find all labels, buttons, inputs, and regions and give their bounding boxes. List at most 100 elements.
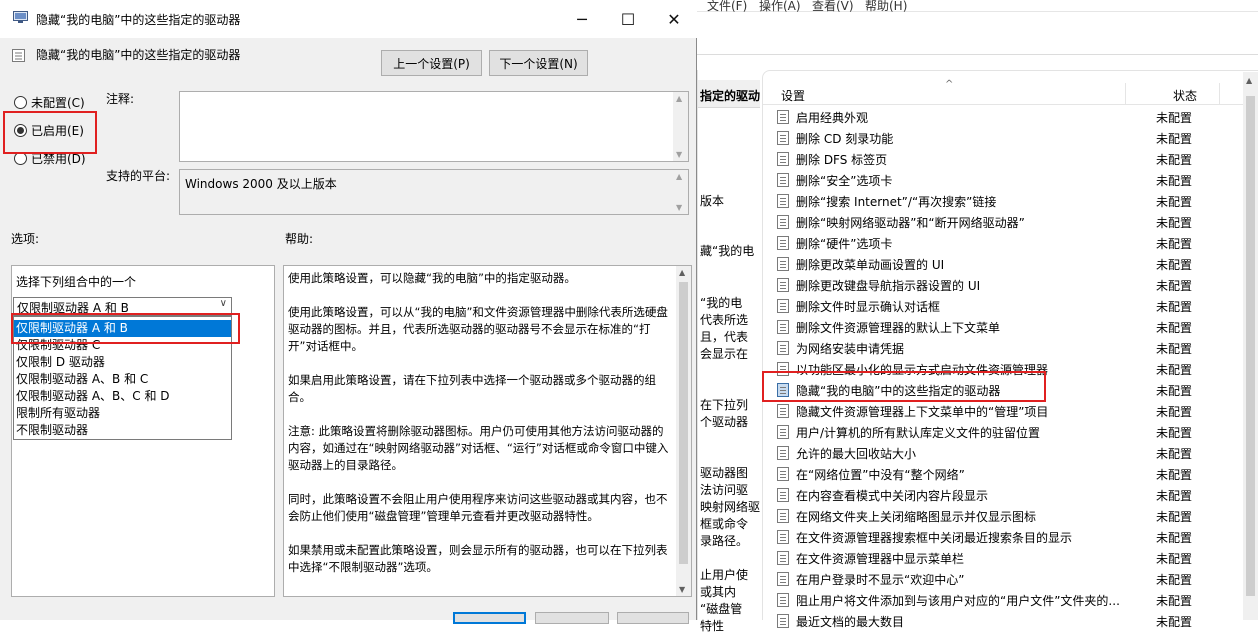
platform-scrollbar[interactable]: ▲ ▼	[673, 170, 688, 214]
settings-row[interactable]: 隐藏文件资源管理器上下文菜单中的“管理”项目 未配置	[777, 400, 1258, 421]
sort-caret-icon: ^	[945, 79, 954, 90]
settings-row[interactable]: 删除文件时显示确认对话框 未配置	[777, 295, 1258, 316]
radio-button-icon[interactable]	[14, 95, 27, 109]
setting-name: 删除 DFS 标签页	[796, 153, 888, 167]
platform-label: 支持的平台:	[106, 169, 171, 183]
settings-row[interactable]: 在文件资源管理器搜索框中关闭最近搜索条目的显示 未配置	[777, 526, 1258, 547]
help-paragraph: 使用此策略设置，可以隐藏“我的电脑”中的指定驱动器。	[288, 271, 576, 285]
help-label: 帮助:	[285, 232, 314, 246]
settings-row[interactable]: 在文件资源管理器中显示菜单栏 未配置	[777, 547, 1258, 568]
scroll-up-icon[interactable]: ▲	[676, 94, 682, 103]
dropdown-option[interactable]: 仅限制驱动器 A、B、C 和 D	[14, 388, 231, 405]
settings-row[interactable]: 在用户登录时不显示“欢迎中心” 未配置	[777, 568, 1258, 589]
scroll-up-icon[interactable]: ▲	[679, 268, 685, 277]
chevron-down-icon[interactable]: ∨	[220, 298, 227, 309]
scrollbar-thumb[interactable]	[1246, 96, 1255, 596]
description-text: 个驱动器	[700, 415, 749, 429]
setting-name: 允许的最大回收站大小	[796, 447, 917, 461]
dropdown-option[interactable]: 仅限制 D 驱动器	[14, 354, 231, 371]
description-text: 版本	[700, 194, 725, 208]
description-text: 框或命令	[700, 517, 749, 531]
dropdown-option[interactable]: 仅限制驱动器 A、B 和 C	[14, 371, 231, 388]
settings-row[interactable]: 用户/计算机的所有默认库定义文件的驻留位置 未配置	[777, 421, 1258, 442]
scrollbar-thumb[interactable]	[679, 282, 688, 564]
next-setting-button[interactable]: 下一个设置(N)	[489, 50, 588, 76]
comment-scrollbar[interactable]: ▲ ▼	[673, 92, 688, 161]
settings-row[interactable]: 删除“硬件”选项卡 未配置	[777, 232, 1258, 253]
settings-scrollbar[interactable]: ▲	[1243, 72, 1258, 620]
highlight-dropdown-selection	[11, 313, 240, 344]
help-paragraph: 注意: 此策略设置将删除驱动器图标。用户仍可使用其他方法访问驱动器的内容，如通过…	[288, 424, 669, 472]
column-header-state[interactable]: 状态	[1173, 87, 1197, 104]
setting-name: 在用户登录时不显示“欢迎中心”	[796, 573, 965, 587]
prev-setting-button[interactable]: 上一个设置(P)	[381, 50, 482, 76]
settings-row[interactable]: 删除 CD 刻录功能 未配置	[777, 127, 1258, 148]
settings-row[interactable]: 删除文件资源管理器的默认上下文菜单 未配置	[777, 316, 1258, 337]
minimize-icon: ─	[577, 9, 587, 29]
setting-state: 未配置	[1156, 132, 1193, 146]
close-button[interactable]: ✕	[651, 0, 697, 38]
settings-row[interactable]: 在内容查看模式中关闭内容片段显示 未配置	[777, 484, 1258, 505]
dialog-title: 隐藏“我的电脑”中的这些指定的驱动器	[36, 13, 241, 27]
dropdown-option[interactable]: 不限制驱动器	[14, 422, 231, 439]
policy-setting-icon	[777, 110, 789, 124]
scroll-down-icon[interactable]: ▼	[676, 203, 682, 212]
settings-row[interactable]: 删除 DFS 标签页 未配置	[777, 148, 1258, 169]
maximize-button[interactable]: ☐	[605, 0, 651, 38]
settings-row[interactable]: 为网络安装申请凭据 未配置	[777, 337, 1258, 358]
scroll-down-icon[interactable]: ▼	[679, 585, 685, 594]
settings-row[interactable]: 删除“安全”选项卡 未配置	[777, 169, 1258, 190]
policy-setting-icon	[777, 173, 789, 187]
help-panel: 使用此策略设置，可以隐藏“我的电脑”中的指定驱动器。使用此策略设置，可以从“我的…	[283, 265, 692, 597]
settings-row[interactable]: 在“网络位置”中没有“整个网络” 未配置	[777, 463, 1258, 484]
setting-name: 在文件资源管理器中显示菜单栏	[796, 552, 965, 566]
policy-setting-icon	[777, 152, 789, 166]
settings-row[interactable]: 删除更改菜单动画设置的 UI 未配置	[777, 253, 1258, 274]
settings-row[interactable]: 最近文档的最大数目 未配置	[777, 610, 1258, 631]
description-text: 驱动器图	[700, 466, 749, 480]
highlight-enabled-radio	[3, 111, 97, 154]
scroll-down-icon[interactable]: ▼	[676, 150, 682, 159]
radio-not-configured[interactable]: 未配置(C)	[14, 93, 85, 111]
description-text: “磁盘管	[700, 602, 743, 616]
help-scrollbar[interactable]: ▲ ▼	[676, 266, 691, 596]
column-divider[interactable]	[1125, 83, 1126, 105]
setting-state: 未配置	[1156, 489, 1193, 503]
dialog-titlebar[interactable]: 隐藏“我的电脑”中的这些指定的驱动器 ─ ☐ ✕	[0, 0, 697, 38]
settings-row[interactable]: 启用经典外观 未配置	[777, 106, 1258, 127]
platform-value: Windows 2000 及以上版本	[185, 177, 337, 191]
settings-row[interactable]: 在网络文件夹上关闭缩略图显示并仅显示图标 未配置	[777, 505, 1258, 526]
setting-name: 启用经典外观	[796, 111, 869, 125]
setting-name: 用户/计算机的所有默认库定义文件的驻留位置	[796, 426, 1041, 440]
settings-row[interactable]: 阻止用户将文件添加到与该用户对应的“用户文件”文件夹的... 未配置	[777, 589, 1258, 610]
setting-state: 未配置	[1156, 174, 1193, 188]
policy-setting-icon	[777, 551, 789, 565]
ok-button[interactable]	[453, 612, 526, 624]
setting-state: 未配置	[1156, 111, 1193, 125]
settings-row[interactable]: 允许的最大回收站大小 未配置	[777, 442, 1258, 463]
settings-row[interactable]: 删除更改键盘导航指示器设置的 UI 未配置	[777, 274, 1258, 295]
policy-setting-icon	[777, 131, 789, 145]
policy-setting-icon	[777, 467, 789, 481]
cancel-button[interactable]	[535, 612, 609, 624]
description-text: 藏“我的电	[700, 244, 755, 258]
setting-name: 阻止用户将文件添加到与该用户对应的“用户文件”文件夹的...	[796, 594, 1120, 608]
policy-setting-icon	[777, 446, 789, 460]
setting-state: 未配置	[1156, 384, 1193, 398]
policy-setting-icon	[777, 404, 789, 418]
scroll-up-icon[interactable]: ▲	[676, 172, 682, 181]
column-divider[interactable]	[1219, 83, 1220, 105]
setting-name: 最近文档的最大数目	[796, 615, 905, 629]
options-label: 选项:	[11, 232, 40, 246]
column-header-setting[interactable]: 设置	[781, 87, 805, 104]
scroll-up-icon[interactable]: ▲	[1246, 76, 1252, 85]
dropdown-option[interactable]: 限制所有驱动器	[14, 405, 231, 422]
apply-button[interactable]	[617, 612, 689, 624]
comment-textarea[interactable]: ▲ ▼	[179, 91, 689, 162]
settings-row[interactable]: 删除“映射网络驱动器”和“断开网络驱动器” 未配置	[777, 211, 1258, 232]
help-paragraph: 使用此策略设置，可以从“我的电脑”和文件资源管理器中删除代表所选硬盘驱动器的图标…	[288, 305, 668, 353]
minimize-button[interactable]: ─	[559, 0, 605, 38]
settings-row[interactable]: 删除“搜索 Internet”/“再次搜索”链接 未配置	[777, 190, 1258, 211]
setting-state: 未配置	[1156, 300, 1193, 314]
setting-state: 未配置	[1156, 216, 1193, 230]
